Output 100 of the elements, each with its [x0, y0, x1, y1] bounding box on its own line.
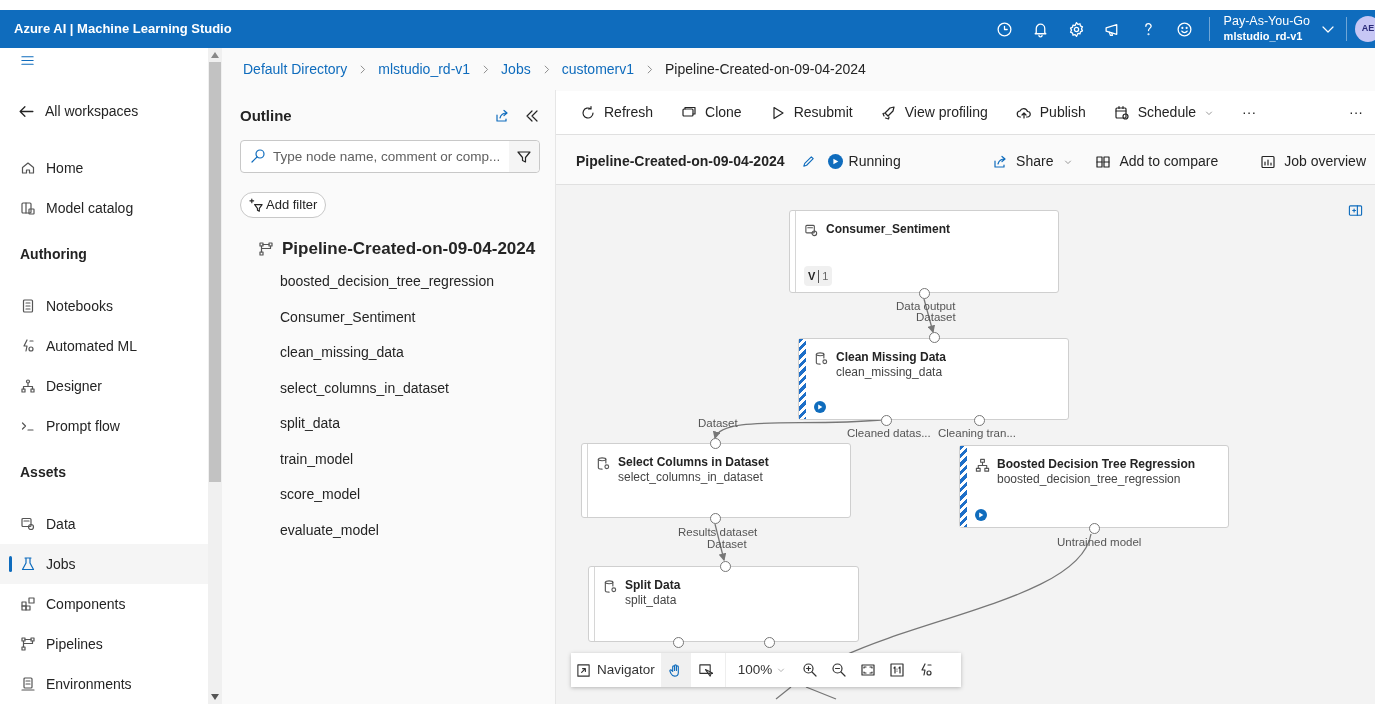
smiley-icon [1176, 20, 1194, 38]
navigator-button[interactable]: Navigator [571, 653, 661, 687]
node-subtitle: boosted_decision_tree_regression [997, 472, 1182, 487]
connector-line [805, 686, 837, 700]
port[interactable] [973, 414, 985, 426]
port[interactable] [672, 636, 684, 648]
add-filter-button[interactable]: Add filter [240, 192, 327, 218]
outline-item[interactable]: Consumer_Sentiment [280, 306, 416, 328]
node-title: Split Data [625, 578, 681, 593]
breadcrumb-link[interactable]: Jobs [501, 58, 531, 80]
toolbar-button[interactable]: Refresh [580, 96, 654, 129]
version-badge: V 1 [804, 266, 833, 286]
job-action-button[interactable]: Add to compare [1095, 145, 1219, 178]
port[interactable] [880, 414, 892, 426]
pipeline-node[interactable]: Split Data split_data [588, 566, 859, 642]
outline-item[interactable]: split_data [280, 413, 340, 435]
scrollbar[interactable] [208, 48, 222, 704]
job-title: Pipeline-Created-on-09-04-2024 [576, 152, 785, 171]
port[interactable] [719, 560, 731, 572]
chevron-down-icon [776, 665, 787, 675]
port[interactable] [918, 287, 930, 299]
job-action-button[interactable]: Job overview [1260, 145, 1366, 178]
outline-item[interactable]: clean_missing_data [280, 342, 404, 364]
port[interactable] [1088, 522, 1100, 534]
outline-item[interactable]: evaluate_model [280, 519, 379, 541]
nav-item[interactable]: Automated ML [0, 326, 208, 366]
collapse-button[interactable] [524, 108, 540, 124]
toolbar-button[interactable]: Clone [681, 96, 742, 129]
toolbar-button[interactable]: Resubmit [769, 96, 853, 129]
edit-button[interactable] [800, 154, 816, 169]
job-action-button[interactable]: Share [992, 145, 1074, 178]
database-icon [20, 516, 36, 532]
outline-root[interactable]: Pipeline-Created-on-09-04-2024 [282, 236, 536, 262]
outline-item[interactable]: train_model [280, 448, 354, 470]
zoom-dropdown[interactable]: 100% [737, 653, 787, 687]
nav-item[interactable]: Data [0, 504, 208, 544]
running-icon [975, 509, 987, 521]
nav-item[interactable]: Home [0, 148, 208, 188]
zoom-out-icon [831, 662, 848, 678]
port-label: Cleaning tran... [938, 427, 1016, 439]
user-avatar[interactable]: AE [1355, 16, 1375, 42]
filter-icon [516, 148, 532, 165]
grid-icon [20, 596, 36, 612]
menu-icon [20, 53, 35, 68]
nav-item[interactable]: Jobs [0, 544, 208, 584]
job-status: Running [848, 152, 901, 171]
port[interactable] [709, 512, 721, 524]
more-button[interactable]: ··· [1349, 96, 1363, 129]
breadcrumb-link[interactable]: mlstudio_rd-v1 [378, 58, 471, 80]
nav-item[interactable]: Designer [0, 366, 208, 406]
breadcrumb-link[interactable]: customerv1 [561, 58, 635, 80]
nav-item[interactable]: Model catalog [0, 188, 208, 228]
toolbar-button[interactable]: Schedule [1113, 96, 1215, 129]
fit-screen-icon [860, 662, 877, 678]
settings-icon [1068, 20, 1086, 38]
nav-item[interactable]: Pipelines [0, 624, 208, 664]
toolbar-button[interactable]: View profiling [880, 96, 988, 129]
outline-title: Outline [240, 105, 292, 126]
pan-tool-button[interactable] [660, 653, 691, 687]
outline-item[interactable]: score_model [280, 484, 361, 506]
nav-item[interactable]: Prompt flow [0, 406, 208, 446]
compare-icon [1095, 153, 1112, 170]
zoom-in-icon [802, 662, 819, 678]
pipeline-node[interactable]: Clean Missing Data clean_missing_data [798, 338, 1069, 420]
pipeline-node[interactable]: Consumer_Sentiment V 1 [789, 210, 1059, 293]
connector-line [775, 686, 792, 700]
toolbar-button[interactable]: ··· [1242, 96, 1257, 129]
search-icon [250, 148, 266, 164]
pencil-icon [800, 154, 816, 169]
scroll-up-icon[interactable] [211, 52, 219, 58]
filter-button[interactable] [509, 141, 539, 172]
all-workspaces-link[interactable]: All workspaces [0, 91, 208, 131]
database-icon [596, 456, 611, 471]
toolbar-button[interactable]: Publish [1015, 96, 1086, 129]
outline-item[interactable]: boosted_decision_tree_regression [280, 271, 495, 293]
smiley-button[interactable] [1174, 19, 1195, 39]
nav-item[interactable]: Notebooks [0, 286, 208, 326]
share-button[interactable] [494, 108, 510, 124]
node-subtitle: select_columns_in_dataset [618, 470, 764, 485]
pipeline-icon [258, 241, 274, 257]
subscription-switcher[interactable]: Pay-As-You-Go mlstudio_rd-v1 [1209, 10, 1346, 48]
clock-button[interactable] [994, 19, 1015, 39]
pipeline-node[interactable]: Select Columns in Dataset select_columns_in_dataset [581, 443, 851, 518]
port-label: Cleaned datas... [847, 427, 931, 439]
search-field[interactable]: Type node name, comment or comp... [240, 140, 540, 173]
minimap-icon [576, 662, 591, 678]
nav-item[interactable]: Environments [0, 664, 208, 704]
expand-panel-button[interactable] [1348, 203, 1363, 218]
status-running-icon [827, 154, 843, 169]
scroll-down-icon[interactable] [211, 694, 219, 700]
breadcrumb-link[interactable]: Default Directory [243, 58, 348, 80]
actual-size-icon [889, 662, 906, 678]
node-title: Clean Missing Data [836, 350, 947, 365]
outline-item[interactable]: select_columns_in_dataset [280, 377, 449, 399]
home-icon [20, 160, 36, 176]
port[interactable] [709, 437, 721, 449]
port[interactable] [928, 331, 940, 343]
port[interactable] [763, 636, 775, 648]
pipeline-node[interactable]: Boosted Decision Tree Regression boosted_decision_tree_regression [959, 445, 1229, 528]
nav-item[interactable]: Components [0, 584, 208, 624]
